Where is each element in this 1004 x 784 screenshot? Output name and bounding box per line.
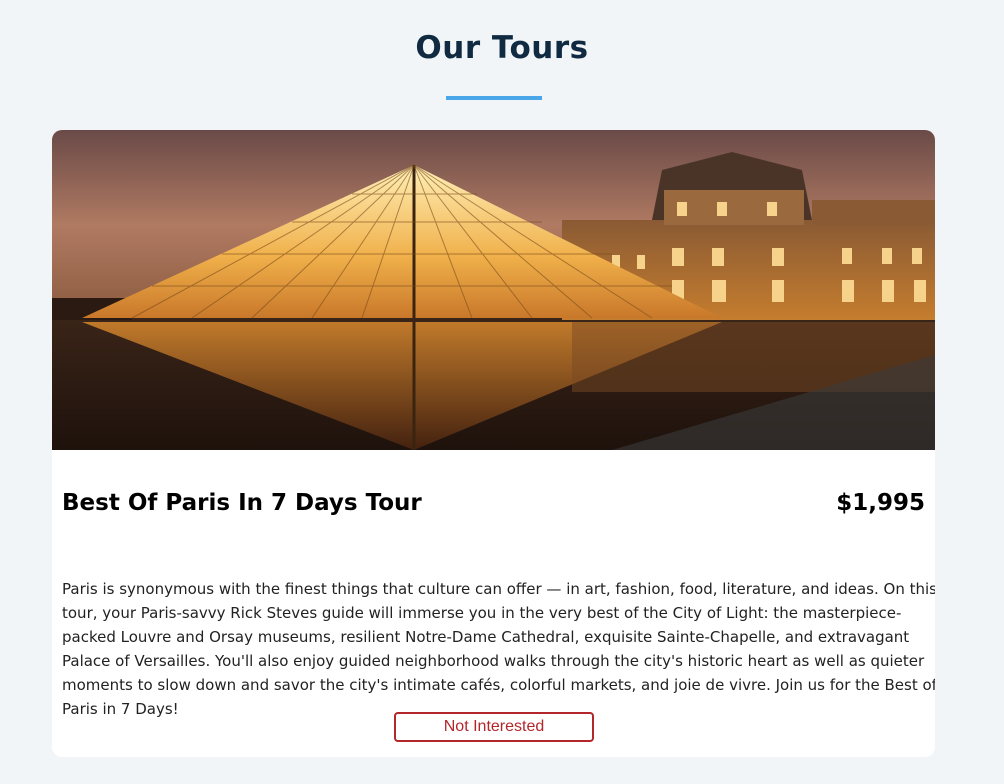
tour-card: Best Of Paris In 7 Days Tour $1,995 Pari…	[52, 130, 935, 757]
title-underline	[446, 96, 542, 100]
page-title: Our Tours	[415, 30, 589, 66]
tour-price: $1,995	[836, 490, 925, 516]
tour-image	[52, 130, 935, 450]
tour-description: Paris is synonymous with the finest thin…	[62, 580, 935, 718]
not-interested-button[interactable]: Not Interested	[394, 712, 594, 742]
tour-name: Best Of Paris In 7 Days Tour	[62, 490, 422, 516]
